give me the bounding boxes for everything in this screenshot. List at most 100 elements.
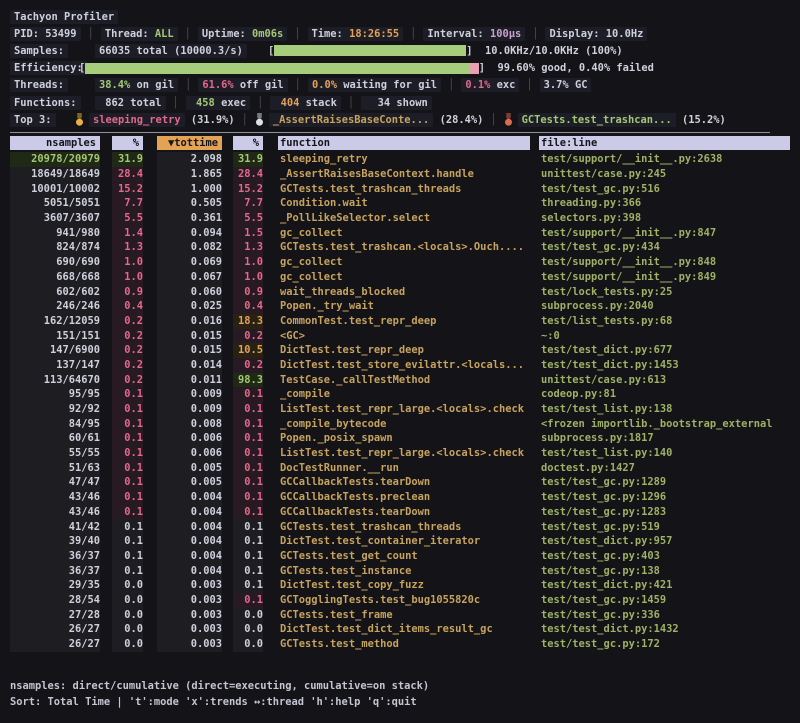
- function-cell: gc_collect: [278, 255, 530, 270]
- table-row: 55/550.10.0060.1ListTest.test_repr_large…: [10, 446, 790, 461]
- threads-stat-label: waiting for gil: [337, 79, 437, 91]
- direct-percent-cell: 31.9: [112, 152, 143, 167]
- tottime-cell: 0.082: [157, 240, 222, 255]
- direct-percent-cell: 15.2: [112, 182, 143, 197]
- function-cell: _PollLikeSelector.select: [278, 211, 530, 226]
- table-body: 20978/2097931.92.09831.9sleeping_retryte…: [10, 152, 790, 651]
- column-header-direct-pct[interactable]: %: [112, 136, 143, 150]
- function-cell: GCTests.test_method: [278, 637, 530, 652]
- top3-function-name: sleeping_retry: [89, 113, 185, 127]
- top3-line: Top 3: sleeping_retry (31.9%)│_AssertRai…: [10, 111, 790, 128]
- tottime-cell: 1.865: [157, 167, 222, 182]
- direct-percent-cell: 0.1: [112, 387, 143, 402]
- function-cell: GCCallbackTests.tearDown: [278, 475, 530, 490]
- file-line-cell: doctest.py:1427: [539, 461, 790, 476]
- file-line-cell: test/test_list.py:140: [539, 446, 790, 461]
- table-row: 5051/50517.70.5057.7Condition.waitthread…: [10, 196, 790, 211]
- info-segment-value: ALL: [155, 28, 174, 40]
- info-segment-value: 18:26:55: [349, 28, 399, 40]
- samples-progress-bar: [274, 45, 466, 56]
- direct-percent-cell: 0.9: [112, 285, 143, 300]
- threads-stat-value: 0.1%: [465, 79, 490, 91]
- cum-percent-cell: 0.2: [233, 358, 263, 373]
- functions-stat: 404 stack: [270, 96, 341, 110]
- functions-stat-value: 458: [190, 97, 215, 109]
- cum-percent-cell: 0.1: [233, 417, 263, 432]
- functions-label: Functions:: [10, 96, 81, 110]
- direct-percent-cell: 0.1: [112, 431, 143, 446]
- threads-stat-label: GC: [569, 79, 588, 91]
- threads-stat: 0.0% waiting for gil: [308, 78, 441, 92]
- file-line-cell: test/test_gc.py:138: [539, 564, 790, 579]
- info-segment: Time: 18:26:55: [308, 27, 404, 41]
- functions-stat-value: 862: [99, 97, 124, 109]
- function-cell: GCCallbackTests.tearDown: [278, 505, 530, 520]
- silver-medal-icon: [255, 113, 264, 126]
- nsamples-cell: 41/42: [10, 520, 100, 535]
- function-cell: GCTests.test_trashcan_threads: [278, 182, 530, 197]
- threads-stat: 38.4% on gil: [95, 78, 178, 92]
- efficiency-line: Efficiency: [] 99.60% good, 0.40% failed: [10, 60, 790, 77]
- nsamples-cell: 60/61: [10, 431, 100, 446]
- samples-bar-group: [] 10.0KHz/10.0KHz (100%): [268, 45, 623, 57]
- direct-percent-cell: 5.5: [112, 211, 143, 226]
- functions-stat-value: 34: [365, 97, 390, 109]
- cum-percent-cell: 18.3: [233, 314, 263, 329]
- info-segment-value: 10.0Hz: [606, 28, 644, 40]
- info-segment: Thread: ALL: [101, 27, 178, 41]
- table-row: 10001/1000215.21.00015.2GCTests.test_tra…: [10, 182, 790, 197]
- cum-percent-cell: 0.9: [233, 285, 263, 300]
- file-line-cell: test/test_dict.py:1432: [539, 622, 790, 637]
- nsamples-cell: 26/27: [10, 637, 100, 652]
- top3-percent: (28.4%): [433, 114, 483, 126]
- tottime-cell: 0.094: [157, 226, 222, 241]
- column-header-file-line[interactable]: file:line: [539, 136, 790, 150]
- cum-percent-cell: 0.0: [233, 637, 263, 652]
- nsamples-cell: 18649/18649: [10, 167, 100, 182]
- tottime-cell: 0.003: [157, 578, 222, 593]
- direct-percent-cell: 0.1: [112, 505, 143, 520]
- tottime-cell: 0.067: [157, 270, 222, 285]
- nsamples-cell: 47/47: [10, 475, 100, 490]
- tottime-cell: 0.060: [157, 285, 222, 300]
- threads-line: Threads: 38.4% on gil│61.6% off gil│0.0%…: [10, 77, 790, 94]
- cum-percent-cell: 0.1: [233, 402, 263, 417]
- tottime-cell: 0.003: [157, 622, 222, 637]
- nsamples-cell: 151/151: [10, 329, 100, 344]
- function-cell: gc_collect: [278, 270, 530, 285]
- function-cell: GCTests.test_instance: [278, 564, 530, 579]
- column-header-nsamples[interactable]: nsamples: [10, 136, 100, 150]
- top3-function-name: _AssertRaisesBaseConte...: [269, 113, 433, 127]
- nsamples-cell: 137/147: [10, 358, 100, 373]
- table-row: 26/270.00.0030.0GCTests.test_methodtest/…: [10, 637, 790, 652]
- direct-percent-cell: 1.3: [112, 240, 143, 255]
- tottime-cell: 0.004: [157, 505, 222, 520]
- info-segment-label: Uptime:: [202, 28, 252, 40]
- nsamples-cell: 162/12059: [10, 314, 100, 329]
- tottime-cell: 0.005: [157, 461, 222, 476]
- column-header-tottime-sorted[interactable]: ▼tottime: [157, 136, 222, 150]
- file-line-cell: test/test_gc.py:172: [539, 637, 790, 652]
- cum-percent-cell: 0.0: [233, 608, 263, 623]
- nsamples-cell: 43/46: [10, 490, 100, 505]
- nsamples-cell: 3607/3607: [10, 211, 100, 226]
- table-row: 137/1470.20.0140.2DictTest.test_store_ev…: [10, 358, 790, 373]
- threads-stat-value: 61.6%: [202, 79, 233, 91]
- table-row: 84/950.10.0080.1_compile_bytecode<frozen…: [10, 417, 790, 432]
- function-cell: CommonTest.test_repr_deep: [278, 314, 530, 329]
- tottime-cell: 0.011: [157, 373, 222, 388]
- file-line-cell: threading.py:366: [539, 196, 790, 211]
- threads-stat: 61.6% off gil: [198, 78, 287, 92]
- cum-percent-cell: 0.0: [233, 622, 263, 637]
- table-row: 51/630.10.0050.1DocTestRunner.__rundocte…: [10, 461, 790, 476]
- threads-stat-label: on gil: [130, 79, 174, 91]
- function-cell: ListTest.test_repr_large.<locals>.check: [278, 446, 530, 461]
- column-header-cum-pct[interactable]: %: [233, 136, 263, 150]
- threads-stat-value: 3.7%: [544, 79, 569, 91]
- direct-percent-cell: 0.1: [112, 446, 143, 461]
- column-header-function[interactable]: function: [278, 136, 530, 150]
- nsamples-cell: 668/668: [10, 270, 100, 285]
- tottime-cell: 0.014: [157, 358, 222, 373]
- table-row: 162/120590.20.01618.3CommonTest.test_rep…: [10, 314, 790, 329]
- function-cell: GCTogglingTests.test_bug1055820c: [278, 593, 530, 608]
